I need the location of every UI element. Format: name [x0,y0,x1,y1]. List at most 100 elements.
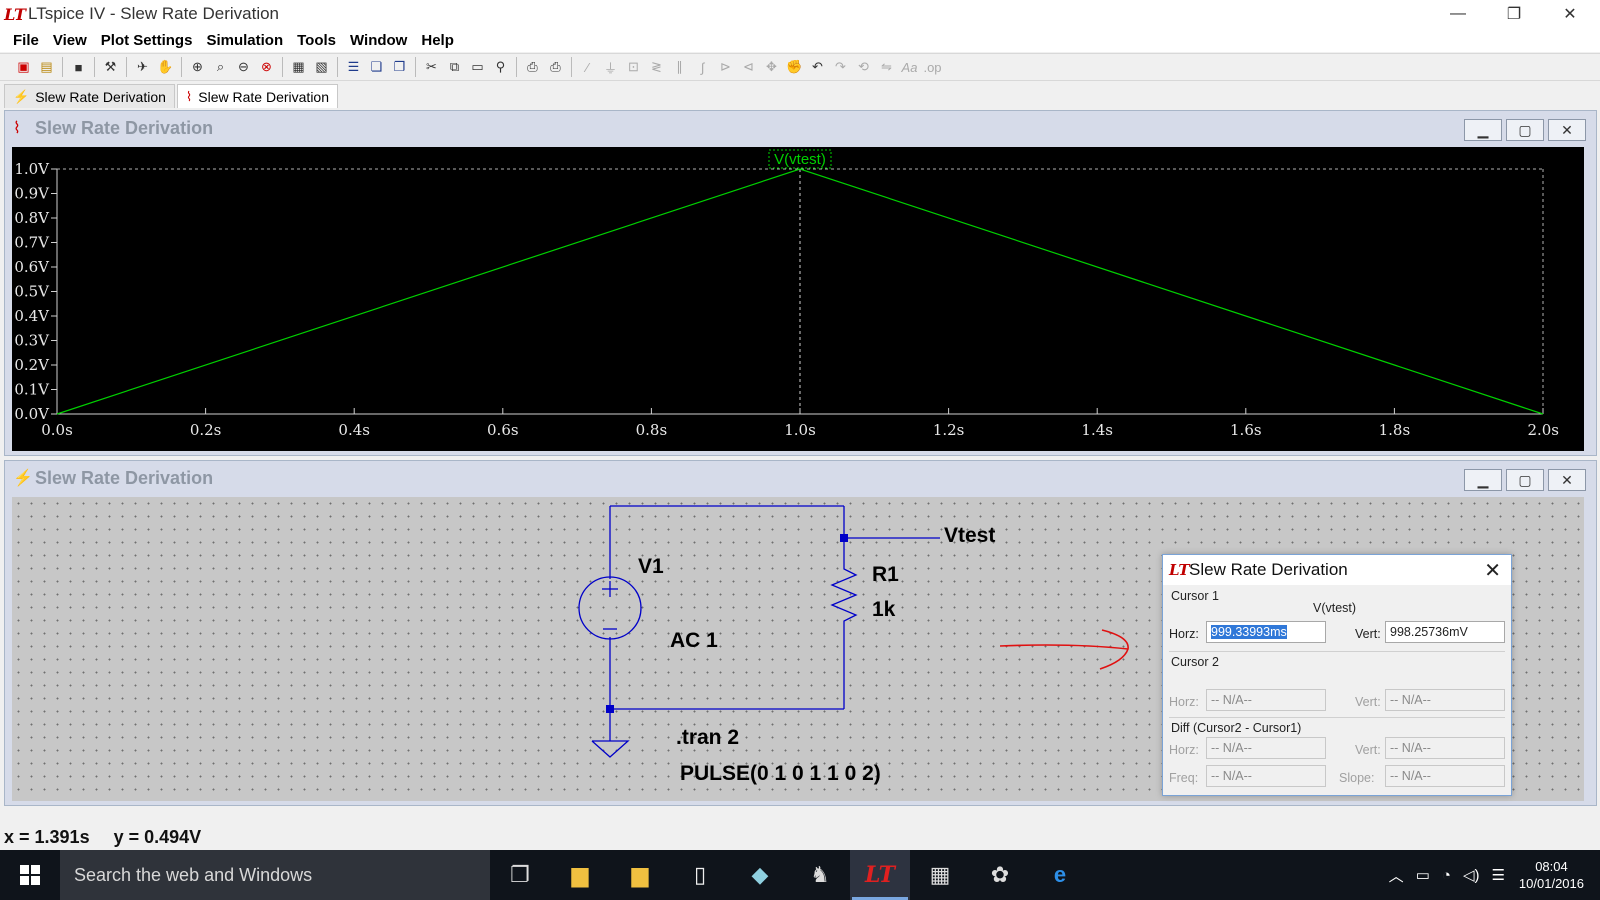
plot-close-button[interactable]: ✕ [1548,119,1586,141]
paste-icon[interactable]: ▭ [468,57,488,77]
minimize-button[interactable]: — [1430,0,1486,28]
move-icon[interactable]: ✥ [762,57,782,77]
status-y-readout: y = 0.494V [113,826,202,847]
tab-waveform[interactable]: ⌇ Slew Rate Derivation [176,84,339,108]
net-label-vtest[interactable]: Vtest [944,524,995,548]
resistor-name-label[interactable]: R1 [872,563,899,587]
grid-icon[interactable]: ▧ [312,57,332,77]
task-view-icon[interactable]: ❐ [490,850,550,900]
battery-icon[interactable]: ▭ [1416,866,1430,884]
wire-icon[interactable]: ∕ [578,57,598,77]
wifi-icon[interactable]: ◔ [1442,867,1451,884]
trace-label[interactable]: V(vtest) [774,151,826,168]
schematic-maximize-button[interactable]: ▢ [1506,469,1544,491]
horz1-label: Horz: [1169,627,1199,641]
pulse-directive[interactable]: PULSE(0 1 0 1 1 0 2) [680,762,881,786]
ltspice-taskbar-icon[interactable]: LT [850,850,910,900]
zoom-in-icon[interactable]: ⊕ [188,57,208,77]
inductor-icon[interactable]: ∫ [693,57,713,77]
resistor-icon[interactable]: ≷ [647,57,667,77]
volume-icon[interactable]: ◁) [1463,866,1480,884]
plot-window-titlebar[interactable]: ⌇ Slew Rate Derivation [5,111,1596,145]
calculator-icon[interactable]: ▦ [910,850,970,900]
y-tick-label: 0.3V [14,332,50,350]
menu-help[interactable]: Help [414,32,461,49]
app-icon[interactable]: ♞ [790,850,850,900]
clock[interactable]: 08:04 10/01/2016 [1519,858,1584,892]
diode-icon[interactable]: ⊳ [716,57,736,77]
tile-vertical-icon[interactable]: ❐ [390,57,410,77]
action-center-icon[interactable]: ☰ [1491,866,1504,884]
control-panel-icon[interactable]: ⚒ [101,57,121,77]
schematic-close-button[interactable]: ✕ [1548,469,1586,491]
spice-directive-icon[interactable]: .op [923,57,943,77]
tran-directive[interactable]: .tran 2 [676,726,739,750]
plot-minimize-button[interactable]: ▁ [1464,119,1502,141]
zoom-pan-icon[interactable]: ⌕ [211,57,231,77]
menu-simulation[interactable]: Simulation [199,32,290,49]
print-icon[interactable]: ⎙ [546,57,566,77]
zoom-fit-icon[interactable]: ⊗ [257,57,277,77]
horz1-field[interactable]: 999.33993ms [1206,621,1326,643]
halt-icon[interactable]: ✋ [156,57,176,77]
drag-icon[interactable]: ✊ [785,57,805,77]
cursor-dialog-titlebar[interactable]: LT Slew Rate Derivation [1163,555,1511,585]
tile-horizontal-icon[interactable]: ☰ [344,57,364,77]
freq-field[interactable]: -- N/A-- [1206,765,1326,787]
ground-symbol[interactable] [591,740,630,758]
menu-file[interactable]: File [6,32,46,49]
close-button[interactable]: ✕ [1542,0,1598,28]
zoom-out-icon[interactable]: ⊖ [234,57,254,77]
waveform-chart[interactable]: 0.0V0.1V0.2V0.3V0.4V0.5V0.6V0.7V0.8V0.9V… [12,147,1584,451]
schematic-minimize-button[interactable]: ▁ [1464,469,1502,491]
menu-window[interactable]: Window [343,32,414,49]
source-name-label[interactable]: V1 [638,555,664,579]
show-hidden-icons-icon[interactable]: ︿ [1389,865,1404,886]
text-icon[interactable]: Aa [900,57,920,77]
cut-icon[interactable]: ✂ [422,57,442,77]
rotate-icon[interactable]: ⟲ [854,57,874,77]
source-value-label[interactable]: AC 1 [670,629,718,653]
menu-tools[interactable]: Tools [290,32,343,49]
horz2-field[interactable]: -- N/A-- [1206,689,1326,711]
mirror-icon[interactable]: ⇋ [877,57,897,77]
folder-icon[interactable]: ▆ [610,850,670,900]
diff-vert-field[interactable]: -- N/A-- [1385,737,1505,759]
menu-view[interactable]: View [46,32,94,49]
edge-browser-icon[interactable]: e [1030,850,1090,900]
new-schematic-icon[interactable]: ▣ [14,57,34,77]
waveform-plot-area[interactable]: 0.0V 0.1V 0.2V 0.3V 0.4V 0.5V 0.6V 0.7V 0.8V 0.9V… [12,147,1584,451]
run-icon[interactable]: ✈ [133,57,153,77]
redo-icon[interactable]: ↷ [831,57,851,77]
component-icon[interactable]: ⊲ [739,57,759,77]
menu-plot-settings[interactable]: Plot Settings [94,32,200,49]
schematic-window-titlebar[interactable]: ⚡ Slew Rate Derivation [5,461,1596,495]
slope-field[interactable]: -- N/A-- [1385,765,1505,787]
undo-icon[interactable]: ↶ [808,57,828,77]
resistor-symbol[interactable] [830,563,858,625]
start-button[interactable] [0,850,60,900]
find-icon[interactable]: ⚲ [491,57,511,77]
cursor-dialog-close-button[interactable]: ✕ [1484,558,1501,583]
autorange-icon[interactable]: ▦ [289,57,309,77]
restore-button[interactable]: ❐ [1486,0,1542,28]
plot-maximize-button[interactable]: ▢ [1506,119,1544,141]
capacitor-icon[interactable]: ∥ [670,57,690,77]
diff-horz-field[interactable]: -- N/A-- [1206,737,1326,759]
paint-icon[interactable]: ✿ [970,850,1030,900]
save-icon[interactable]: ■ [69,57,89,77]
cascade-icon[interactable]: ❏ [367,57,387,77]
vert2-field[interactable]: -- N/A-- [1385,689,1505,711]
taskbar-search[interactable]: Search the web and Windows [60,850,490,900]
open-icon[interactable]: ▤ [37,57,57,77]
resistor-value-label[interactable]: 1k [872,598,895,622]
vert1-field[interactable]: 998.25736mV [1385,621,1505,643]
document-icon[interactable]: ▯ [670,850,730,900]
label-net-icon[interactable]: ⊡ [624,57,644,77]
copy-icon[interactable]: ⧉ [445,57,465,77]
tab-schematic[interactable]: ⚡ Slew Rate Derivation [4,84,175,108]
print-preview-icon[interactable]: ⎙ [523,57,543,77]
store-app-icon[interactable]: ◆ [730,850,790,900]
file-explorer-icon[interactable]: ▆ [550,850,610,900]
ground-icon[interactable]: ⏚ [601,57,621,77]
